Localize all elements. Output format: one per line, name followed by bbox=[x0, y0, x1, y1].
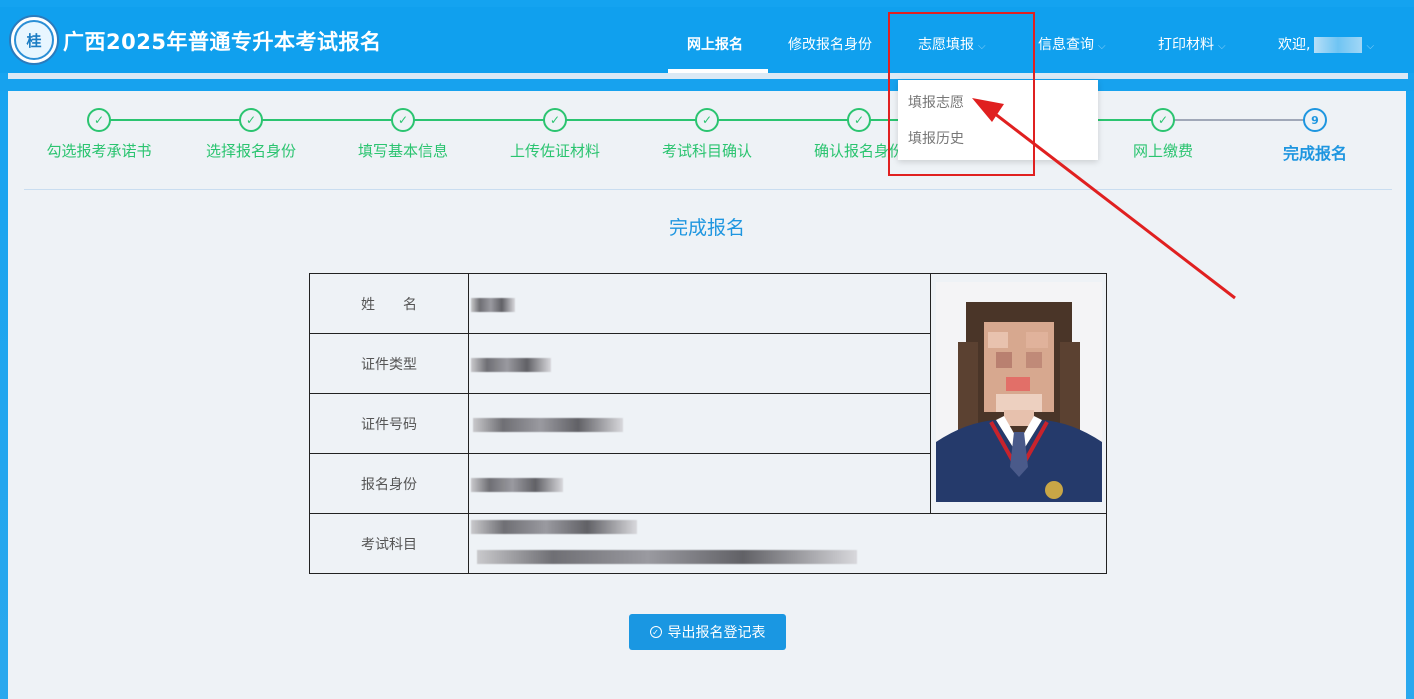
page-title: 完成报名 bbox=[668, 217, 745, 239]
button-label: 导出报名登记表 bbox=[667, 625, 766, 641]
welcome-label: 欢迎, bbox=[1278, 37, 1311, 53]
logo-emblem-icon: 桂 bbox=[14, 20, 54, 60]
check-circle-icon: ✓ bbox=[543, 108, 567, 132]
step-identity: ✓ 选择报名身份 bbox=[181, 108, 321, 161]
step-label: 完成报名 bbox=[1282, 144, 1347, 163]
row-label-subjects: 考试科目 bbox=[310, 514, 469, 574]
nav-modify-identity[interactable]: 修改报名身份 bbox=[788, 34, 872, 54]
chevron-down-icon: ⌵ bbox=[1218, 41, 1226, 52]
registration-info-table: 姓 名 证件类型 证件号码 报名身份 考试科目 bbox=[309, 273, 1107, 574]
step-subjects: ✓ 考试科目确认 bbox=[637, 108, 777, 161]
check-circle-icon: ✓ bbox=[649, 626, 662, 638]
nav-label: 打印材料 bbox=[1158, 37, 1214, 53]
university-logo: 桂 bbox=[9, 15, 59, 65]
check-circle-icon: ✓ bbox=[87, 108, 111, 132]
step-commitment: ✓ 勾选报考承诺书 bbox=[29, 108, 169, 161]
step-basic-info: ✓ 填写基本信息 bbox=[333, 108, 473, 161]
step-label: 选择报名身份 bbox=[205, 142, 296, 160]
chevron-down-icon: ⌵ bbox=[1098, 41, 1106, 52]
chevron-down-icon: ⌵ bbox=[1366, 41, 1375, 52]
header-bottom-strip bbox=[0, 79, 1414, 91]
step-label: 勾选报考承诺书 bbox=[46, 142, 152, 160]
row-label-name: 姓 名 bbox=[310, 274, 469, 333]
nav-active-indicator bbox=[668, 69, 768, 73]
table-row: 证件类型 bbox=[310, 334, 931, 394]
row-label-id-type: 证件类型 bbox=[310, 334, 469, 393]
check-circle-icon: ✓ bbox=[847, 108, 871, 132]
step-label: 网上缴费 bbox=[1132, 142, 1193, 160]
step-upload: ✓ 上传佐证材料 bbox=[485, 108, 625, 161]
nav-label: 信息查询 bbox=[1038, 37, 1094, 53]
nav-online-registration[interactable]: 网上报名 bbox=[687, 34, 743, 54]
photo-cell bbox=[930, 274, 1107, 514]
table-row: 证件号码 bbox=[310, 394, 931, 454]
row-label-id-number: 证件号码 bbox=[310, 394, 469, 453]
annotation-highlight-box bbox=[888, 12, 1035, 176]
table-row: 报名身份 bbox=[310, 454, 931, 514]
step-label: 上传佐证材料 bbox=[509, 142, 600, 160]
username-redacted bbox=[1314, 37, 1363, 53]
nav-info-query[interactable]: 信息查询 ⌵ bbox=[1038, 34, 1106, 54]
table-row: 姓 名 bbox=[310, 274, 931, 334]
step-payment: ✓ 网上缴费 bbox=[1093, 108, 1233, 161]
nav-label: 修改报名身份 bbox=[788, 37, 872, 53]
applicant-photo bbox=[936, 282, 1102, 502]
check-circle-icon: ✓ bbox=[695, 108, 719, 132]
export-registration-form-button[interactable]: ✓ 导出报名登记表 bbox=[629, 614, 786, 650]
check-circle-icon: ✓ bbox=[1151, 108, 1175, 132]
step-label: 填写基本信息 bbox=[357, 142, 448, 160]
site-title: 广西2025年普通专升本考试报名 bbox=[63, 30, 382, 54]
section-divider bbox=[24, 189, 1392, 190]
nav-print-materials[interactable]: 打印材料 ⌵ bbox=[1158, 34, 1226, 54]
nav-user-menu[interactable]: 欢迎, ⌵ bbox=[1278, 34, 1374, 54]
table-row: 考试科目 bbox=[310, 514, 1107, 574]
step-complete: 9 完成报名 bbox=[1245, 108, 1385, 164]
step-number-icon: 9 bbox=[1303, 108, 1327, 132]
step-label: 考试科目确认 bbox=[661, 142, 752, 160]
progress-line-pending bbox=[1163, 119, 1315, 121]
check-circle-icon: ✓ bbox=[239, 108, 263, 132]
nav-label: 网上报名 bbox=[687, 37, 743, 53]
row-label-identity: 报名身份 bbox=[310, 454, 469, 513]
check-circle-icon: ✓ bbox=[391, 108, 415, 132]
